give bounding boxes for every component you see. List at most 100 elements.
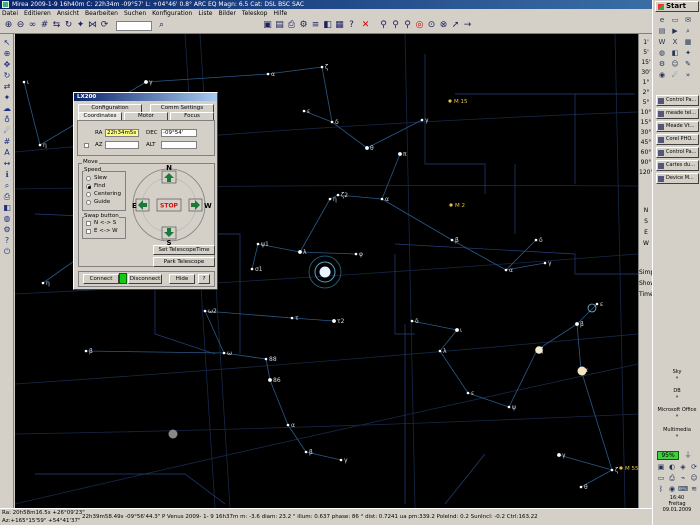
star-marker[interactable]	[534, 238, 538, 242]
zoom-button-11[interactable]: 60°	[639, 148, 653, 157]
quicklaunch-ie-icon[interactable]: e	[657, 16, 667, 25]
zoom-button-8[interactable]: 15°	[639, 118, 653, 127]
task-button-1[interactable]: meade tel...	[656, 108, 699, 119]
search-input[interactable]	[116, 21, 152, 31]
zoom-button-7[interactable]: 10°	[639, 108, 653, 117]
search-icon[interactable]: ⌕	[156, 20, 167, 31]
menu-item-6[interactable]: Liste	[198, 10, 212, 17]
quicklaunch-excel-icon[interactable]: X	[670, 38, 680, 47]
speed-radio-slew[interactable]	[86, 176, 91, 181]
menu-item-7[interactable]: Bilder	[219, 10, 236, 17]
star-marker[interactable]	[398, 152, 402, 156]
target-icon[interactable]: ◎	[414, 20, 425, 31]
star-marker[interactable]	[328, 197, 332, 201]
tool-info-icon[interactable]: ℹ	[2, 170, 12, 179]
star-marker[interactable]	[304, 450, 308, 454]
star-marker[interactable]	[455, 328, 459, 332]
window-title-bar[interactable]: Mirea 2009-1-9 16h40m C: 22h34m -09°57' …	[0, 0, 652, 9]
quicklaunch-mail-icon[interactable]: ✉	[683, 16, 693, 25]
star-marker[interactable]	[466, 391, 470, 395]
star-marker[interactable]	[504, 268, 508, 272]
list-icon[interactable]: ≡	[310, 20, 321, 31]
tray-antivirus-icon[interactable]: ◉	[667, 485, 677, 494]
task-button-6[interactable]: Device M...	[656, 173, 699, 184]
scope-slew-icon[interactable]: ⚲	[390, 20, 401, 31]
star-marker[interactable]	[330, 120, 334, 124]
quicklaunch-desktop-icon[interactable]: ▭	[670, 16, 680, 25]
tray-messenger-icon[interactable]: ☺	[689, 474, 699, 483]
tray-usb-icon[interactable]: ⌁	[678, 474, 688, 483]
task-button-5[interactable]: Cartes du...	[656, 160, 699, 171]
grid-icon[interactable]: #	[39, 20, 50, 31]
open-icon[interactable]: ▤	[274, 20, 285, 31]
battery-indicator[interactable]: 95%	[657, 451, 679, 460]
star-marker[interactable]	[250, 267, 254, 271]
zoom-button-16[interactable]: E	[639, 228, 653, 237]
tray-wifi-icon[interactable]: ≋	[689, 485, 699, 494]
tool-label-icon[interactable]: A	[2, 148, 12, 157]
direction-pad[interactable]: STOP N S E W	[132, 165, 212, 245]
flip-icon[interactable]: ⇆	[51, 20, 62, 31]
star-marker[interactable]	[222, 351, 226, 355]
menu-item-8[interactable]: Teleskop	[242, 10, 268, 17]
zoom-button-2[interactable]: 15'	[639, 58, 653, 67]
disconnect-button[interactable]: Disconnect	[128, 274, 162, 284]
tray-keyboard-icon[interactable]: ⌨	[678, 485, 688, 494]
zoom-button-17[interactable]: W	[639, 239, 653, 248]
star-marker[interactable]	[22, 80, 26, 84]
az-field[interactable]	[105, 141, 139, 149]
star-marker[interactable]	[320, 65, 324, 69]
zoom-button-5[interactable]: 2°	[639, 88, 653, 97]
zoom-button-1[interactable]: 5'	[639, 48, 653, 57]
quicklaunch-sky-icon[interactable]: ☄	[670, 71, 680, 80]
quicklaunch-star-icon[interactable]: ✦	[683, 49, 693, 58]
zoom-button-0[interactable]: 1'	[639, 38, 653, 47]
target-venus-marker[interactable]	[319, 266, 331, 278]
tool-zoom-icon[interactable]: ⊕	[2, 49, 12, 58]
zoom-button-19[interactable]: Show	[639, 279, 655, 288]
quicklaunch-word-icon[interactable]: W	[657, 38, 667, 47]
zoom-button-18[interactable]: Simple	[639, 268, 660, 277]
star-marker[interactable]	[354, 252, 358, 256]
star-marker[interactable]	[268, 378, 272, 382]
dock-2[interactable]: Microsoft Office»	[654, 407, 700, 419]
track-icon[interactable]: ➚	[450, 20, 461, 31]
tool-pan-icon[interactable]: ✥	[2, 60, 12, 69]
star-marker[interactable]	[507, 405, 511, 409]
zoom-button-10[interactable]: 45°	[639, 138, 653, 147]
tool-grid-icon[interactable]: #	[2, 137, 12, 146]
binoculars-icon[interactable]: ∞	[27, 20, 38, 31]
task-button-4[interactable]: Control Pa...	[656, 147, 699, 158]
star-marker[interactable]	[610, 468, 614, 472]
start-button[interactable]: Start	[655, 1, 699, 12]
task-button-2[interactable]: Meade Vt...	[656, 121, 699, 132]
park-telescope-button[interactable]: Park Telescope	[153, 257, 215, 267]
tool-rotate-icon[interactable]: ↻	[2, 71, 12, 80]
tab-motor[interactable]: Motor	[124, 112, 168, 120]
tray-volume-icon[interactable]: ◐	[667, 463, 677, 472]
messier-marker[interactable]	[619, 466, 623, 470]
swap-ns-checkbox[interactable]	[86, 221, 91, 226]
zoom-button-20[interactable]: Time	[639, 290, 654, 299]
zoom-out-icon[interactable]: ⊖	[15, 20, 26, 31]
zoom-button-4[interactable]: 1°	[639, 78, 653, 87]
menu-item-0[interactable]: Datei	[2, 10, 18, 17]
star-marker[interactable]	[365, 146, 369, 150]
menu-item-9[interactable]: Hilfe	[273, 10, 287, 17]
star-marker[interactable]	[41, 281, 45, 285]
zoom-button-3[interactable]: 30'	[639, 68, 653, 77]
quicklaunch-globe-icon[interactable]: ◍	[657, 49, 667, 58]
star-marker[interactable]	[38, 143, 42, 147]
menu-item-2[interactable]: Ansicht	[57, 10, 79, 17]
star-marker[interactable]	[256, 242, 260, 246]
tray-security-icon[interactable]: ◈	[678, 463, 688, 472]
zoom-button-13[interactable]: 120°	[639, 168, 653, 177]
bright-planet-marker[interactable]	[577, 366, 587, 376]
star-marker[interactable]	[339, 458, 343, 462]
star-marker[interactable]	[144, 80, 148, 84]
abort-icon[interactable]: ⊗	[438, 20, 449, 31]
tray-printer-icon[interactable]: ⎙	[667, 474, 677, 483]
close-icon[interactable]: ✕	[360, 20, 371, 31]
star-marker[interactable]	[380, 197, 384, 201]
dock-0[interactable]: Sky»	[654, 369, 700, 381]
